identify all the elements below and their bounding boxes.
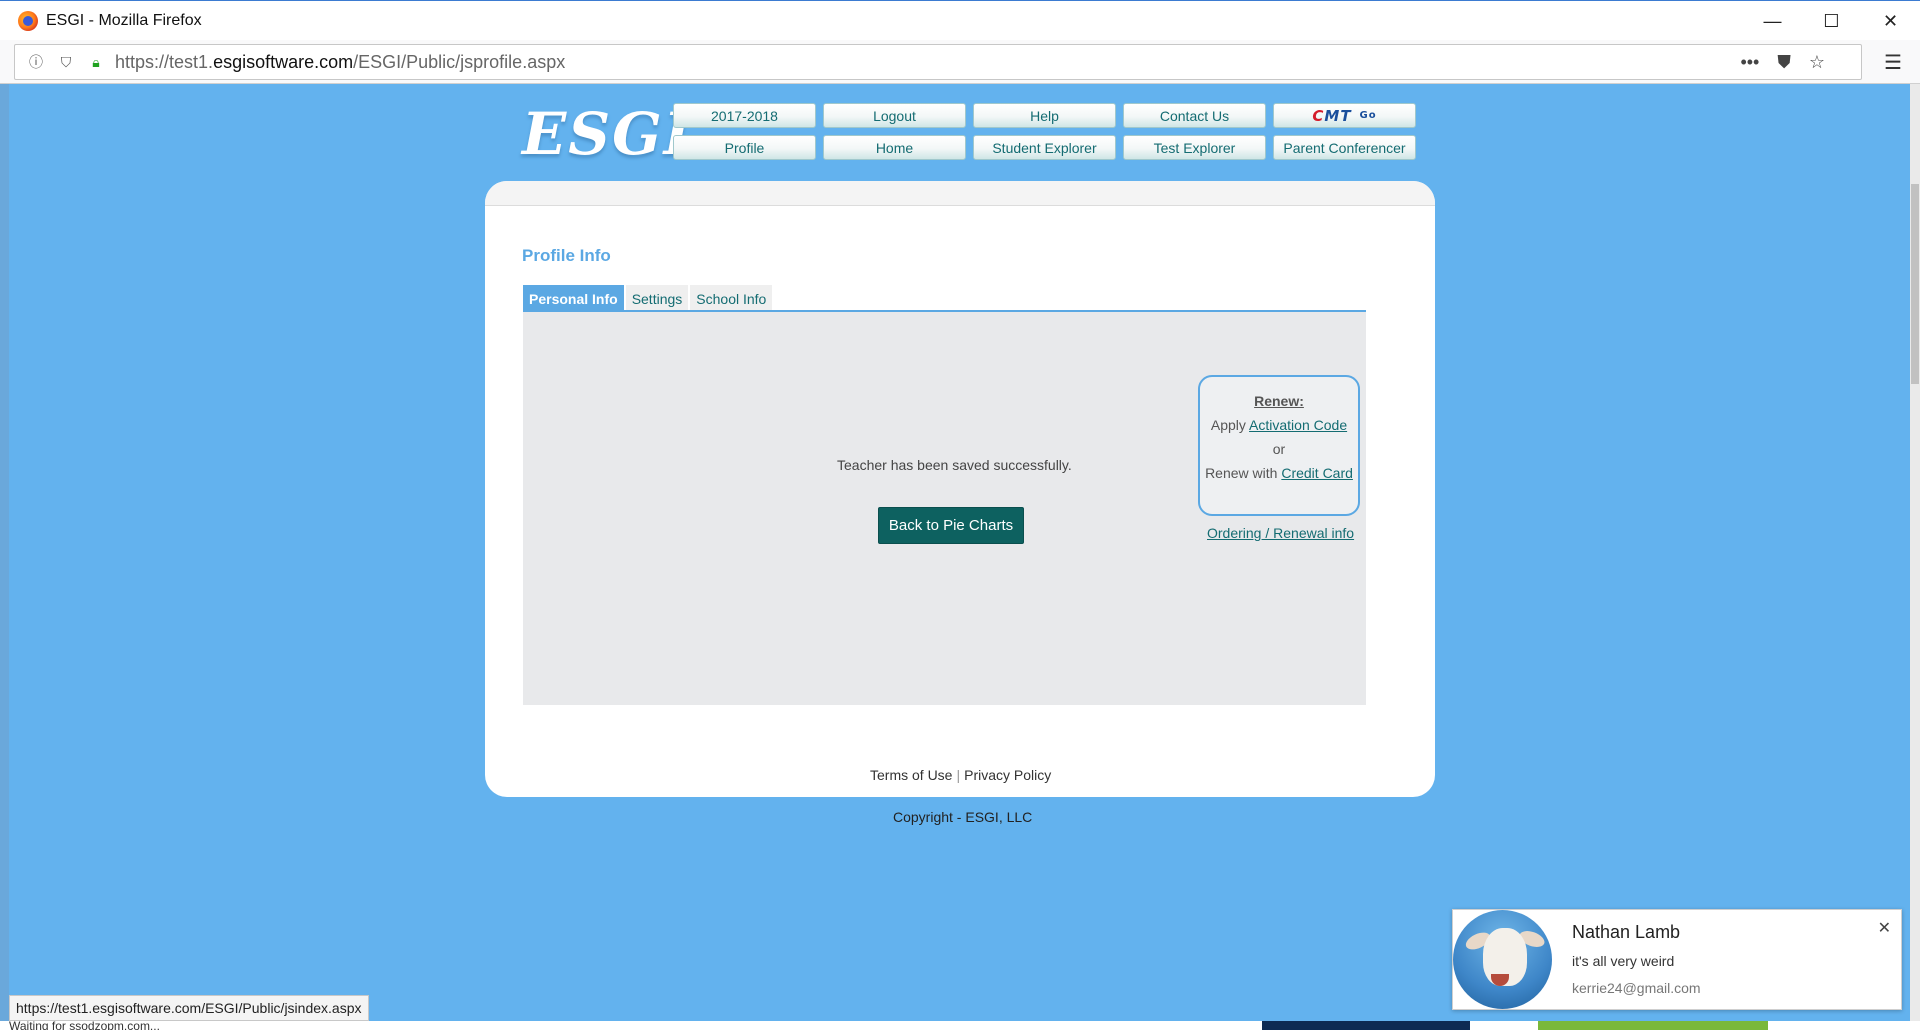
apply-label: Apply: [1210, 417, 1246, 433]
chat-notification[interactable]: Nathan Lamb it's all very weird kerrie24…: [1452, 909, 1902, 1010]
nav-contact-us[interactable]: Contact Us: [1123, 103, 1266, 128]
cmt-go-label: Go: [1359, 110, 1377, 121]
notification-email: kerrie24@gmail.com: [1572, 980, 1701, 996]
esgi-logo[interactable]: ESGI: [522, 98, 691, 170]
renew-title: Renew:: [1254, 393, 1304, 409]
ordering-renewal-link[interactable]: Ordering / Renewal info: [1207, 525, 1354, 541]
page-actions-icon[interactable]: •••: [1740, 52, 1759, 73]
renew-with-label: Renew with: [1205, 465, 1278, 481]
terms-of-use-link[interactable]: Terms of Use: [870, 767, 952, 783]
pocket-icon[interactable]: ⛊: [1777, 52, 1791, 73]
page-title: Profile Info: [522, 246, 611, 265]
renew-box: Renew: Apply Activation Code or Renew wi…: [1198, 375, 1360, 516]
scrollbar-thumb[interactable]: [1911, 184, 1919, 384]
avatar: [1453, 910, 1552, 1009]
nav-parent-conferencer[interactable]: Parent Conferencer: [1273, 135, 1416, 160]
nav-school-year[interactable]: 2017-2018: [673, 103, 816, 128]
taskbar-item-dark: [1262, 1021, 1470, 1030]
left-edge: [0, 84, 9, 1030]
copyright-text: Copyright - ESGI, LLC: [893, 809, 1033, 825]
minimize-button[interactable]: —: [1743, 1, 1802, 41]
tracking-shield-icon[interactable]: ⛉: [57, 53, 75, 71]
activation-code-link[interactable]: Activation Code: [1249, 417, 1347, 433]
window-titlebar: ESGI - Mozilla Firefox — ☐ ✕: [0, 0, 1920, 40]
address-bar[interactable]: ⓘ ⛉ 🔒︎ https://test1.esgisoftware.com/ES…: [14, 44, 1862, 80]
footer-links: Terms of Use | Privacy Policy: [870, 767, 1051, 783]
menu-icon[interactable]: ☰: [1884, 50, 1902, 75]
nav-help[interactable]: Help: [973, 103, 1116, 128]
success-message: Teacher has been saved successfully.: [837, 457, 1072, 473]
apply-line: Apply Activation Code: [1200, 417, 1358, 433]
status-bar-url: https://test1.esgisoftware.com/ESGI/Publ…: [9, 995, 369, 1021]
nav-home[interactable]: Home: [823, 135, 966, 160]
cmt-c: C: [1312, 106, 1325, 125]
navigation-toolbar: ⓘ ⛉ 🔒︎ https://test1.esgisoftware.com/ES…: [0, 40, 1920, 84]
tab-settings[interactable]: Settings: [625, 285, 689, 312]
privacy-policy-link[interactable]: Privacy Policy: [964, 767, 1051, 783]
info-icon[interactable]: ⓘ: [27, 53, 45, 71]
scrollbar[interactable]: [1910, 84, 1920, 1030]
tab-school-info[interactable]: School Info: [690, 285, 773, 312]
maximize-button[interactable]: ☐: [1802, 1, 1861, 41]
notification-message: it's all very weird: [1572, 953, 1675, 969]
renew-line: Renew with Credit Card: [1200, 465, 1358, 481]
firefox-icon: [18, 10, 38, 31]
window-title: ESGI - Mozilla Firefox: [46, 11, 202, 29]
nav-logout[interactable]: Logout: [823, 103, 966, 128]
bookmark-star-icon[interactable]: ☆: [1809, 52, 1825, 73]
nav-cmt-go[interactable]: C M T Go: [1273, 103, 1416, 128]
credit-card-link[interactable]: Credit Card: [1281, 465, 1353, 481]
address-bar-actions: ••• ⛊ ☆: [1740, 52, 1825, 73]
cmt-m: M: [1324, 106, 1341, 125]
card-divider: [485, 205, 1435, 206]
nav-student-explorer[interactable]: Student Explorer: [973, 135, 1116, 160]
nav-test-explorer[interactable]: Test Explorer: [1123, 135, 1266, 160]
footer-separator: |: [956, 767, 961, 783]
or-label: or: [1272, 441, 1286, 457]
notification-sender: Nathan Lamb: [1572, 922, 1681, 942]
url-text[interactable]: https://test1.esgisoftware.com/ESGI/Publ…: [115, 52, 565, 73]
tab-personal-info[interactable]: Personal Info: [523, 285, 624, 312]
close-icon[interactable]: ✕: [1878, 918, 1891, 938]
profile-tabs: Personal Info Settings School Info: [523, 285, 773, 312]
logo-text: ESGI: [522, 100, 693, 168]
window-controls: — ☐ ✕: [1743, 1, 1920, 41]
back-to-pie-charts-button[interactable]: Back to Pie Charts: [878, 507, 1024, 544]
cmt-t: T: [1340, 106, 1352, 125]
nav-profile[interactable]: Profile: [673, 135, 816, 160]
card-header-band: [485, 181, 1435, 205]
taskbar-item-green: [1538, 1021, 1768, 1030]
lock-icon[interactable]: 🔒︎: [87, 53, 105, 71]
close-window-button[interactable]: ✕: [1861, 1, 1920, 41]
